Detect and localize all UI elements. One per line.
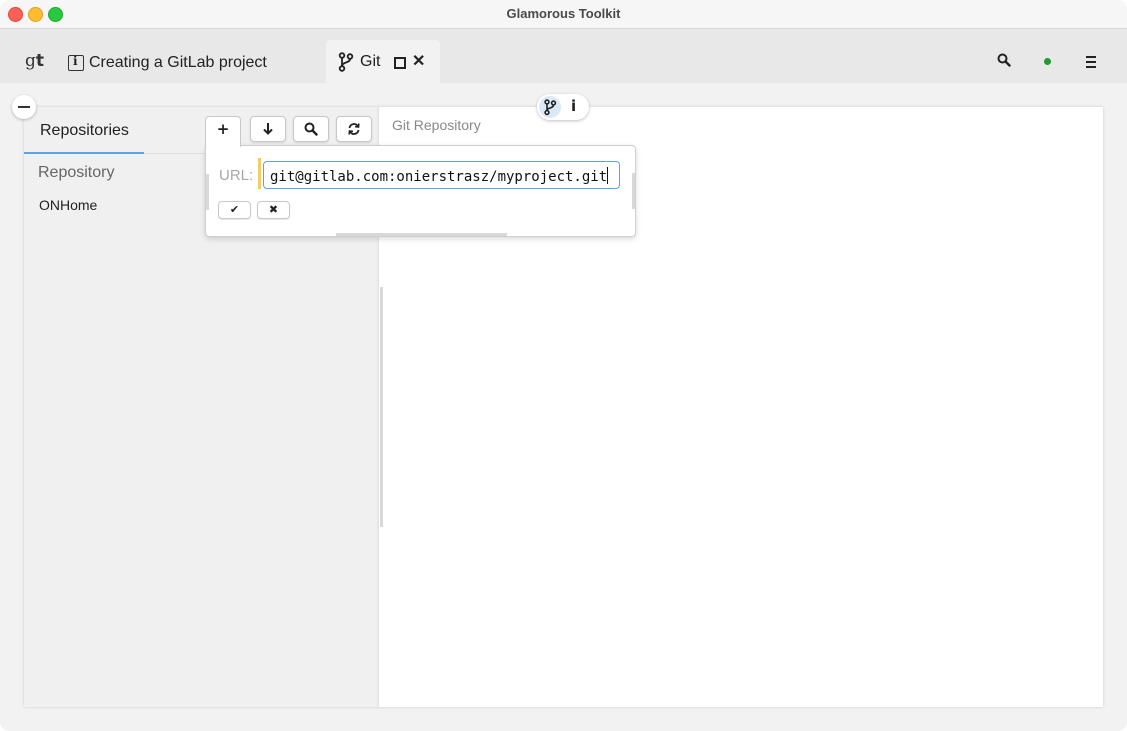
git-branch-icon bbox=[338, 52, 354, 77]
cancel-button[interactable]: ✖ bbox=[257, 201, 290, 219]
url-input[interactable]: git@gitlab.com:onierstrasz/myproject.git bbox=[263, 161, 620, 189]
home-tab[interactable]: gt bbox=[25, 51, 44, 71]
popup-resize-handle-right[interactable] bbox=[632, 173, 635, 209]
app-window: Glamorous Toolkit gt Creating a GitLab p… bbox=[0, 0, 1127, 731]
search-repository-button[interactable] bbox=[293, 116, 329, 142]
gt-logo-g: g bbox=[25, 51, 36, 71]
maximize-tab-icon[interactable] bbox=[394, 57, 406, 69]
refresh-icon bbox=[337, 120, 371, 140]
pane-actions-pill: i bbox=[537, 94, 589, 120]
collapse-pane-button[interactable] bbox=[12, 95, 36, 119]
modified-marker bbox=[258, 158, 261, 189]
git-branch-icon[interactable] bbox=[539, 96, 561, 118]
info-icon[interactable]: i bbox=[571, 97, 576, 115]
repository-column-header: Repository bbox=[38, 164, 115, 181]
search-icon bbox=[294, 120, 328, 140]
info-document-icon bbox=[68, 54, 84, 71]
search-icon[interactable] bbox=[997, 53, 1011, 72]
tab-git-label: Git bbox=[360, 53, 381, 70]
close-tab-icon[interactable]: ✕ bbox=[412, 51, 425, 71]
tab-git[interactable]: Git ✕ bbox=[326, 40, 440, 83]
checkmark-icon: ✔ bbox=[229, 203, 240, 216]
add-repository-popup: URL: git@gitlab.com:onierstrasz/myprojec… bbox=[205, 145, 636, 237]
url-label: URL: bbox=[219, 167, 254, 184]
url-input-value: git@gitlab.com:onierstrasz/myproject.git bbox=[270, 169, 608, 185]
refresh-button[interactable] bbox=[336, 116, 372, 142]
tab-creating-gitlab-project[interactable]: Creating a GitLab project bbox=[68, 51, 267, 75]
popup-resize-handle-left[interactable] bbox=[206, 174, 209, 210]
gt-logo-t: t bbox=[35, 51, 45, 71]
tab-repositories[interactable]: Repositories bbox=[40, 122, 129, 140]
title-bar: Glamorous Toolkit bbox=[0, 0, 1127, 29]
download-arrow-icon bbox=[251, 120, 285, 140]
pane-subtitle: Git Repository bbox=[392, 117, 481, 133]
window-title: Glamorous Toolkit bbox=[506, 6, 621, 21]
list-item[interactable]: ONHome bbox=[39, 197, 97, 213]
popup-resize-handle-bottom[interactable] bbox=[336, 233, 507, 236]
pane-resize-handle[interactable] bbox=[380, 287, 383, 527]
add-repository-button[interactable]: + bbox=[205, 116, 241, 147]
status-dot-icon[interactable] bbox=[1044, 58, 1051, 65]
hamburger-menu-icon[interactable] bbox=[1086, 56, 1096, 71]
accept-button[interactable]: ✔ bbox=[218, 201, 251, 219]
text-caret bbox=[607, 167, 609, 184]
plus-icon: + bbox=[216, 120, 230, 138]
close-icon: ✖ bbox=[268, 203, 279, 216]
tab-bar: gt Creating a GitLab project Git ✕ bbox=[0, 29, 1127, 83]
tab-doc-label: Creating a GitLab project bbox=[89, 54, 267, 71]
clone-repository-button[interactable] bbox=[250, 116, 286, 142]
main-content: Repositories Repository ONHome Git Repos… bbox=[0, 83, 1127, 731]
active-tab-indicator bbox=[24, 152, 144, 154]
